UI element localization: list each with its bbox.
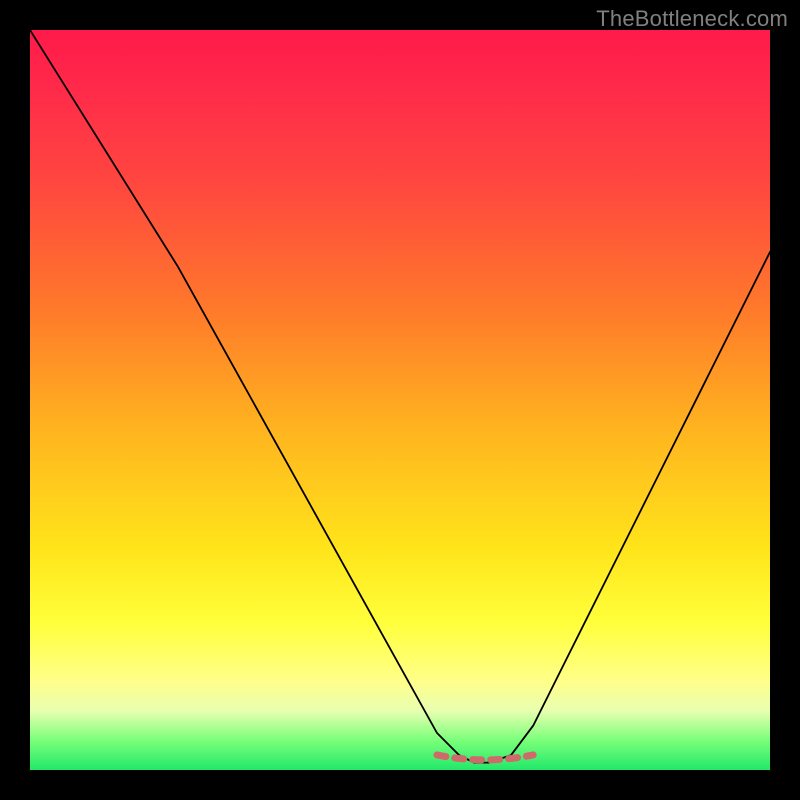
- chart-svg: [30, 30, 770, 770]
- watermark-text: TheBottleneck.com: [596, 6, 788, 32]
- bottleneck-curve: [30, 30, 770, 763]
- chart-plot-area: [30, 30, 770, 770]
- chart-stage: TheBottleneck.com: [0, 0, 800, 800]
- optimal-zone-dashed: [437, 755, 533, 760]
